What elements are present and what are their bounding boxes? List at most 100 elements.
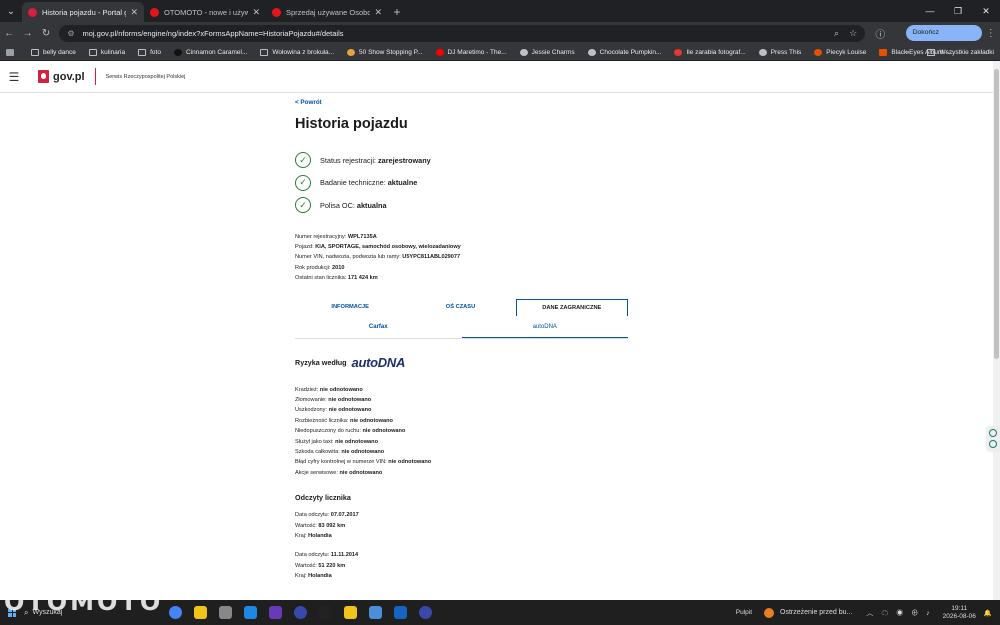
accessibility-icon[interactable] xyxy=(989,440,997,448)
odometer-reading: Data odczytu: 07.07.2017 Wartość: 83 092… xyxy=(295,512,359,539)
risk-row: Złomowanie: nie odnotowano xyxy=(295,396,372,403)
chevron-right-icon[interactable]: » xyxy=(906,44,910,60)
web-page: ☰ gov.pl Serwis Rzeczypospolitej Polskie… xyxy=(0,61,993,600)
notifications-bell-icon[interactable]: 🔔 xyxy=(984,609,992,617)
system-tray: Pulpit Ostrzeżenie przed bu... ︿ ☁ ◉ ⊕ ♪… xyxy=(736,600,992,625)
risk-row: Kradzież: nie odnotowano xyxy=(295,386,363,393)
header-subtitle: Serwis Rzeczypospolitej Polskiej xyxy=(105,73,186,80)
settings-gear-icon[interactable] xyxy=(219,606,232,619)
otomoto-watermark: OTOMOTO xyxy=(4,588,164,616)
bookmark-item[interactable]: Cinnamon Caramel... xyxy=(173,48,247,56)
bookmark-item[interactable]: Piecyk Louise xyxy=(814,48,866,56)
close-window-icon[interactable]: ✕ xyxy=(972,0,1000,22)
site-icon xyxy=(347,48,356,56)
all-bookmarks[interactable]: » Wszystkie zakładki xyxy=(906,44,994,60)
tab-title: Historia pojazdu - Portal gov.pl xyxy=(42,7,127,17)
window-controls: — ❐ ✕ xyxy=(916,0,1000,22)
gov-logo[interactable]: gov.pl xyxy=(38,70,85,83)
bookmark-item[interactable]: DJ Maretimo - The... xyxy=(435,48,507,56)
browser-tab-otomoto[interactable]: OTOMOTO - nowe i używane sa ✕ xyxy=(144,2,266,22)
weather-notification[interactable]: Ostrzeżenie przed bu... xyxy=(764,607,852,618)
desktop-label[interactable]: Pulpit xyxy=(736,609,752,616)
app-icon[interactable] xyxy=(394,606,407,619)
detail-row: Numer rejestracyjny: WPL7135A xyxy=(295,233,377,240)
apps-icon[interactable] xyxy=(6,48,18,56)
otomoto-favicon-icon xyxy=(272,7,281,17)
status-insurance: ✓ Polisa OC: aktualna xyxy=(295,194,635,217)
address-bar[interactable]: ⚙ moj.gov.pl/nforms/engine/ng/index?xFor… xyxy=(59,24,866,42)
app-icon[interactable] xyxy=(319,606,332,619)
file-explorer-icon[interactable] xyxy=(194,606,207,619)
bookmark-item[interactable]: 50 Show Stopping P... xyxy=(347,48,423,56)
bookmark-item[interactable]: Jessie Charms xyxy=(519,48,575,56)
status-list: ✓ Status rejestracji: zarejestrowany ✓ B… xyxy=(295,149,635,217)
check-circle-icon: ✓ xyxy=(295,174,311,191)
close-tab-icon[interactable]: ✕ xyxy=(374,7,382,18)
risk-row: Akcje serwisowe: nie odnotowano xyxy=(295,469,383,476)
folder-icon[interactable] xyxy=(344,606,357,619)
new-tab-icon[interactable]: + xyxy=(388,2,406,22)
status-inspection: ✓ Badanie techniczne: aktualne xyxy=(295,172,635,195)
subtab-carfax[interactable]: Carfax xyxy=(295,316,462,338)
status-registration: ✓ Status rejestracji: zarejestrowany xyxy=(295,149,635,172)
tab-dane-zagraniczne[interactable]: DANE ZAGRANICZNE xyxy=(515,298,628,316)
update-button[interactable]: Dokończ aktualizację xyxy=(905,25,982,52)
tab-os-czasu[interactable]: OŚ CZASU xyxy=(405,299,515,316)
close-tab-icon[interactable]: ✕ xyxy=(130,7,138,18)
bookmark-item[interactable]: foto xyxy=(138,48,161,56)
globe-icon xyxy=(587,48,596,56)
tab-title: OTOMOTO - nowe i używane sa xyxy=(164,7,249,17)
page-icon xyxy=(260,48,269,56)
app-icon[interactable] xyxy=(419,606,432,619)
reload-icon[interactable]: ↻ xyxy=(37,28,55,39)
risk-row: Szkoda całkowita: nie odnotowano xyxy=(295,448,385,455)
page-scrollbar[interactable] xyxy=(993,61,1000,600)
tab-informacje[interactable]: INFORMACJE xyxy=(295,299,405,316)
zoom-icon[interactable]: ⌕ xyxy=(834,28,839,39)
close-circle-icon[interactable] xyxy=(989,429,997,437)
extension-icon[interactable]: ⓘ xyxy=(871,26,889,41)
hamburger-menu-icon[interactable]: ☰ xyxy=(0,70,28,84)
close-tab-icon[interactable]: ✕ xyxy=(252,7,260,18)
bookmark-item[interactable]: Chocolate Pumpkin... xyxy=(587,48,661,56)
tray-icons[interactable]: ︿ ☁ ◉ ⊕ ♪ xyxy=(866,608,932,618)
bookmark-star-icon[interactable]: ☆ xyxy=(849,28,857,39)
tab-search-icon[interactable]: ⌄ xyxy=(0,0,22,22)
bookmark-item[interactable]: Wołowina z brokuła... xyxy=(260,48,334,56)
bookmark-item[interactable]: Press This xyxy=(758,48,801,56)
header-divider xyxy=(94,68,96,85)
back-link[interactable]: < Powrót xyxy=(295,99,635,106)
store-icon[interactable] xyxy=(269,606,282,619)
site-icon xyxy=(173,48,182,56)
odometer-heading: Odczyty licznika xyxy=(295,493,351,503)
gov-favicon-icon xyxy=(28,7,37,17)
vehicle-details: Numer rejestracyjny: WPL7135A Pojazd: KI… xyxy=(295,232,635,284)
site-info-icon[interactable]: ⚙ xyxy=(67,29,74,38)
folder-icon xyxy=(927,49,936,56)
gov-header: ☰ gov.pl Serwis Rzeczypospolitej Polskie… xyxy=(0,61,993,93)
browser-tab-sprzedaj[interactable]: Sprzedaj używane Osobowe | O ✕ xyxy=(266,2,388,22)
bookmark-item[interactable]: Ile zarabia fotograf... xyxy=(674,48,746,56)
forward-icon[interactable]: → xyxy=(18,28,36,39)
edge-icon[interactable] xyxy=(244,606,257,619)
wordpress-icon xyxy=(758,48,767,56)
maximize-icon[interactable]: ❐ xyxy=(944,0,972,22)
clock[interactable]: 19:11 2026-08-06 xyxy=(943,605,976,621)
eagle-emblem-icon xyxy=(38,70,49,83)
site-icon xyxy=(814,48,823,56)
menu-icon[interactable]: ⋮ xyxy=(982,28,1000,39)
check-circle-icon: ✓ xyxy=(295,152,311,169)
photos-icon[interactable] xyxy=(369,606,382,619)
main-content: < Powrót Historia pojazdu ✓ Status rejes… xyxy=(295,99,635,582)
bookmark-item[interactable]: belly dance xyxy=(31,48,76,56)
minimize-icon[interactable]: — xyxy=(916,0,944,22)
subtab-autodna[interactable]: autoDNA xyxy=(461,316,628,338)
browser-tab-gov[interactable]: Historia pojazdu - Portal gov.pl ✕ xyxy=(22,2,144,22)
side-widget[interactable] xyxy=(986,426,1000,452)
back-icon[interactable]: ← xyxy=(0,28,18,39)
scrollbar-thumb[interactable] xyxy=(994,69,999,359)
chrome-icon[interactable] xyxy=(169,606,182,619)
autodna-logo: autoDNA xyxy=(351,354,406,370)
app-icon[interactable] xyxy=(294,606,307,619)
bookmark-item[interactable]: kulinaria xyxy=(88,48,125,56)
